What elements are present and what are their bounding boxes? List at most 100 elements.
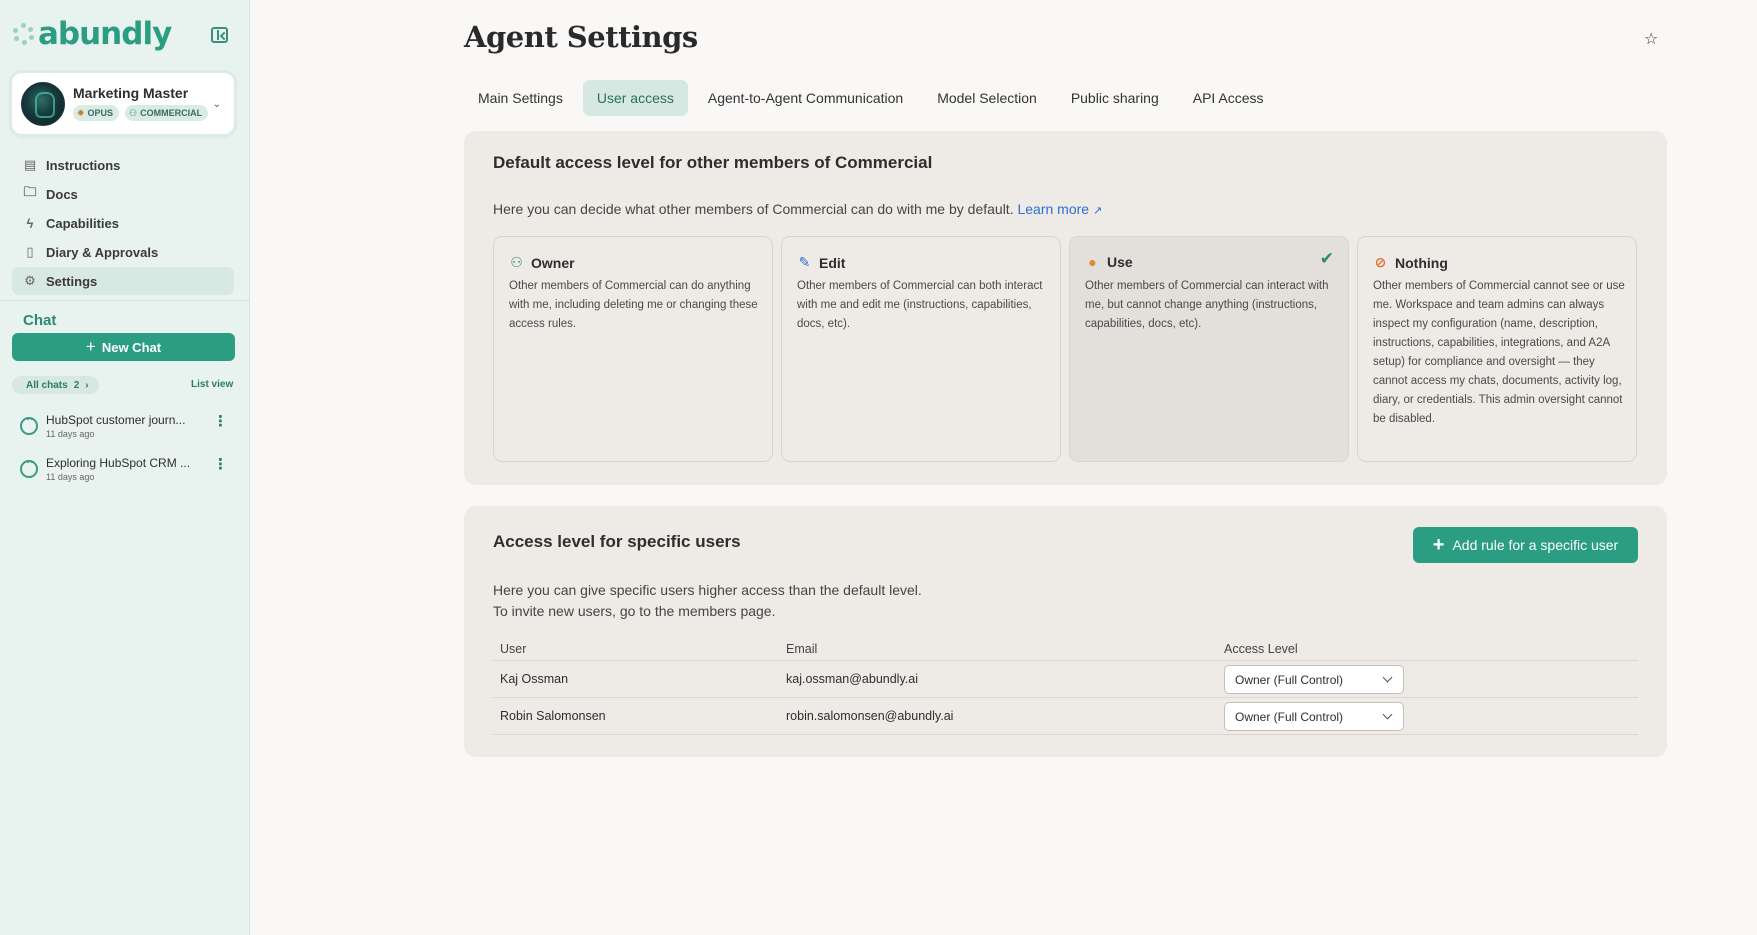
option-title: Edit <box>819 254 846 271</box>
option-title: Use <box>1107 254 1133 270</box>
sidebar-item-label: Diary & Approvals <box>46 244 159 260</box>
column-header-access-level: Access Level <box>1224 642 1298 656</box>
more-options-icon[interactable]: ⋮ <box>213 455 228 473</box>
sidebar-item-capabilities[interactable]: ϟ Capabilities <box>12 209 234 237</box>
sidebar-item-settings[interactable]: ⚙ Settings <box>12 267 234 295</box>
description-line: Here you can give specific users higher … <box>493 582 922 598</box>
specific-access-description: Here you can give specific users higher … <box>493 580 922 622</box>
user-name: Robin Salomonsen <box>500 709 606 723</box>
specific-access-title: Access level for specific users <box>493 532 741 551</box>
chat-name: HubSpot customer journ... <box>46 413 186 427</box>
checkmark-icon: ✔ <box>1319 249 1334 268</box>
model-badge: ✸ OPUS <box>73 105 120 121</box>
sidebar-item-docs[interactable]: 🗀 Docs <box>12 180 234 208</box>
chat-section-title: Chat <box>23 312 57 329</box>
tab-main-settings[interactable]: Main Settings <box>464 80 577 116</box>
page-title: Agent Settings <box>464 20 698 54</box>
learn-more-label: Learn more <box>1017 201 1090 217</box>
tab-api-access[interactable]: API Access <box>1179 80 1278 116</box>
access-level-value: Owner (Full Control) <box>1235 672 1344 687</box>
description-text: Here you can decide what other members o… <box>493 201 1014 217</box>
plus-icon: + <box>1432 533 1445 556</box>
chat-name: Exploring HubSpot CRM ... <box>46 456 191 470</box>
column-header-email: Email <box>786 642 818 656</box>
sidebar-item-label: Settings <box>46 273 98 289</box>
agent-avatar <box>21 82 65 126</box>
access-level-select[interactable]: Owner (Full Control) <box>1224 702 1404 731</box>
document-icon: ▤ <box>23 157 37 172</box>
team-icon: ⚇ <box>129 107 138 118</box>
learn-more-link[interactable]: Learn more ↗ <box>1017 201 1102 217</box>
all-chats-filter[interactable]: All chats 2 › <box>12 376 99 394</box>
option-title: Owner <box>531 254 575 271</box>
new-chat-label: New Chat <box>101 339 162 355</box>
collapse-sidebar-icon[interactable] <box>211 27 228 43</box>
all-chats-label: All chats <box>26 379 68 391</box>
agent-name: Marketing Master <box>73 85 189 101</box>
user-email: robin.salomonsen@abundly.ai <box>786 709 954 723</box>
table-row: Kaj Ossman kaj.ossman@abundly.ai Owner (… <box>493 661 1638 698</box>
access-level-value: Owner (Full Control) <box>1235 709 1344 724</box>
chevron-right-icon: › <box>85 379 89 391</box>
sidebar: abundly Marketing Master ✸ OPUS ⚇ COMMER… <box>0 0 250 935</box>
new-chat-button[interactable]: + New Chat <box>12 333 235 361</box>
sidebar-divider <box>0 300 250 301</box>
user-email: kaj.ossman@abundly.ai <box>786 672 918 686</box>
team-badge-label: COMMERCIAL <box>140 108 203 118</box>
sparkle-icon: ✸ <box>77 107 85 118</box>
user-name: Kaj Ossman <box>500 672 569 686</box>
logo-mark-icon <box>12 23 34 45</box>
description-line: To invite new users, go to the members p… <box>493 603 776 619</box>
sidebar-item-diary[interactable]: ▯ Diary & Approvals <box>12 238 234 266</box>
add-rule-button[interactable]: + Add rule for a specific user <box>1413 527 1638 563</box>
table-row: Robin Salomonsen robin.salomonsen@abundl… <box>493 698 1638 735</box>
plus-icon: + <box>85 337 96 356</box>
sidebar-item-label: Docs <box>46 186 78 202</box>
sidebar-item-instructions[interactable]: ▤ Instructions <box>12 151 234 179</box>
tab-public-sharing[interactable]: Public sharing <box>1057 80 1173 116</box>
default-access-description: Here you can decide what other members o… <box>493 199 1102 222</box>
specific-access-panel: Access level for specific users + Add ru… <box>464 506 1667 757</box>
chat-time: 11 days ago <box>46 472 95 482</box>
external-link-icon: ↗ <box>1092 205 1103 217</box>
option-description: Other members of Commercial can interact… <box>1085 280 1329 330</box>
column-header-user: User <box>500 642 527 656</box>
logo[interactable]: abundly <box>12 16 172 52</box>
chat-list-item[interactable]: HubSpot customer journ... 11 days ago ⋮ <box>20 410 235 446</box>
access-option-edit[interactable]: ✎ Edit Other members of Commercial can b… <box>781 236 1061 462</box>
chevron-down-icon <box>1382 709 1393 720</box>
book-icon: ▯ <box>26 244 34 259</box>
table-header: User Email Access Level <box>493 638 1638 661</box>
access-option-use[interactable]: ● Use ✔ Other members of Commercial can … <box>1069 236 1349 462</box>
sidebar-item-label: Instructions <box>46 157 121 173</box>
option-description: Other members of Commercial can do anyth… <box>509 280 758 330</box>
sidebar-item-label: Capabilities <box>46 215 119 231</box>
chevron-down-icon <box>1382 672 1393 683</box>
sidebar-nav: ▤ Instructions 🗀 Docs ϟ Capabilities ▯ D… <box>12 151 234 296</box>
chat-count-badge: 2 <box>73 379 80 391</box>
logo-text: abundly <box>38 16 172 52</box>
tab-model-selection[interactable]: Model Selection <box>923 80 1051 116</box>
access-level-select[interactable]: Owner (Full Control) <box>1224 665 1404 694</box>
more-options-icon[interactable]: ⋮ <box>213 412 228 430</box>
tab-agent-to-agent[interactable]: Agent-to-Agent Communication <box>694 80 917 116</box>
chat-bubble-icon <box>20 457 38 478</box>
user-access-table: User Email Access Level Kaj Ossman kaj.o… <box>493 638 1638 735</box>
chevron-down-icon: ⌄ <box>212 99 221 110</box>
owner-icon: ⚇ <box>510 254 523 270</box>
star-icon[interactable]: ☆ <box>1644 29 1658 49</box>
edit-icon: ✎ <box>798 254 811 270</box>
list-view-link[interactable]: List view <box>191 379 233 390</box>
blocked-user-icon: ⊘ <box>1374 254 1387 270</box>
default-access-title: Default access level for other members o… <box>493 153 933 172</box>
team-badge: ⚇ COMMERCIAL <box>125 105 209 121</box>
gear-icon: ⚙ <box>24 273 36 288</box>
access-option-owner[interactable]: ⚇ Owner Other members of Commercial can … <box>493 236 773 462</box>
chat-list-item[interactable]: Exploring HubSpot CRM ... 11 days ago ⋮ <box>20 453 235 489</box>
access-option-nothing[interactable]: ⊘ Nothing Other members of Commercial ca… <box>1357 236 1637 462</box>
option-description: Other members of Commercial cannot see o… <box>1373 280 1625 425</box>
chat-bubble-icon <box>20 414 38 435</box>
chat-time: 11 days ago <box>46 429 95 439</box>
tab-user-access[interactable]: User access <box>582 80 688 116</box>
agent-selector[interactable]: Marketing Master ✸ OPUS ⚇ COMMERCIAL ⌄ <box>12 73 234 134</box>
